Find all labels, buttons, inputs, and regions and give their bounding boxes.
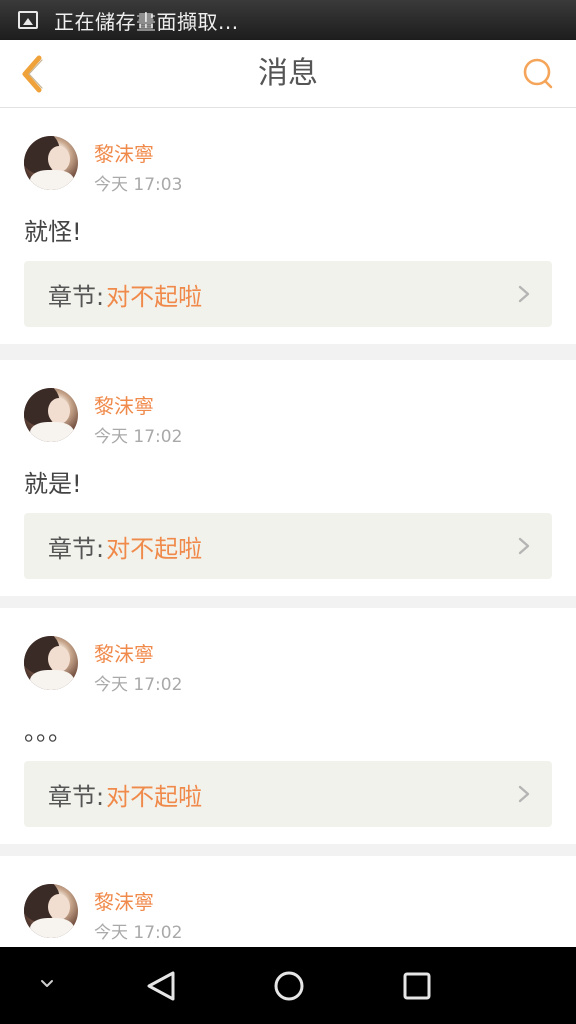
status-text: 正在儲存畫面擷取... bbox=[54, 9, 239, 34]
chapter-label: 章节: bbox=[48, 782, 105, 811]
search-icon bbox=[523, 58, 553, 89]
chevron-down-icon[interactable] bbox=[38, 977, 56, 991]
recents-square-icon[interactable] bbox=[400, 969, 434, 1003]
avatar[interactable] bbox=[24, 636, 78, 690]
home-circle-icon[interactable] bbox=[272, 969, 306, 1003]
sender-name[interactable]: 黎沫寧 bbox=[94, 138, 154, 167]
message-card: 黎沫寧 今天 17:02 就是! 章节: 对不起啦 bbox=[0, 360, 576, 596]
avatar[interactable] bbox=[24, 136, 78, 190]
chevron-right-icon bbox=[518, 785, 530, 803]
message-time: 今天 17:03 bbox=[94, 175, 183, 195]
chevron-right-icon bbox=[518, 285, 530, 303]
avatar[interactable] bbox=[24, 884, 78, 938]
back-triangle-icon[interactable] bbox=[144, 969, 178, 1003]
status-bar: 正在儲存畫面擷取... bbox=[0, 0, 576, 40]
message-card: 黎沫寧 今天 17:02 bbox=[0, 856, 576, 947]
screenshot-icon bbox=[18, 11, 38, 29]
message-content: 就怪! bbox=[24, 218, 82, 246]
chapter-label: 章节: bbox=[48, 282, 105, 311]
system-nav-bar bbox=[0, 947, 576, 1024]
chapter-label: 章节: bbox=[48, 534, 105, 563]
sender-name[interactable]: 黎沫寧 bbox=[94, 390, 154, 419]
message-time: 今天 17:02 bbox=[94, 923, 183, 943]
chapter-link[interactable]: 章节: 对不起啦 bbox=[24, 513, 552, 579]
sender-name[interactable]: 黎沫寧 bbox=[94, 638, 154, 667]
message-card: 黎沫寧 今天 17:03 就怪! 章节: 对不起啦 bbox=[0, 108, 576, 344]
avatar[interactable] bbox=[24, 388, 78, 442]
message-content: 。。。 bbox=[24, 718, 72, 746]
chapter-title: 对不起啦 bbox=[106, 534, 203, 563]
message-content: 就是! bbox=[24, 470, 82, 498]
app-header: 消息 bbox=[0, 40, 576, 108]
chevron-right-icon bbox=[518, 537, 530, 555]
page-title: 消息 bbox=[258, 56, 318, 91]
chapter-title: 对不起啦 bbox=[106, 282, 203, 311]
message-list[interactable]: 黎沫寧 今天 17:03 就怪! 章节: 对不起啦 黎沫寧 今天 17:02 就… bbox=[0, 108, 576, 947]
chapter-link[interactable]: 章节: 对不起啦 bbox=[24, 761, 552, 827]
search-button[interactable] bbox=[516, 52, 560, 96]
message-time: 今天 17:02 bbox=[94, 427, 183, 447]
message-time: 今天 17:02 bbox=[94, 675, 183, 695]
chapter-link[interactable]: 章节: 对不起啦 bbox=[24, 261, 552, 327]
chapter-title: 对不起啦 bbox=[106, 782, 203, 811]
message-card: 黎沫寧 今天 17:02 。。。 章节: 对不起啦 bbox=[0, 608, 576, 844]
sender-name[interactable]: 黎沫寧 bbox=[94, 886, 154, 915]
